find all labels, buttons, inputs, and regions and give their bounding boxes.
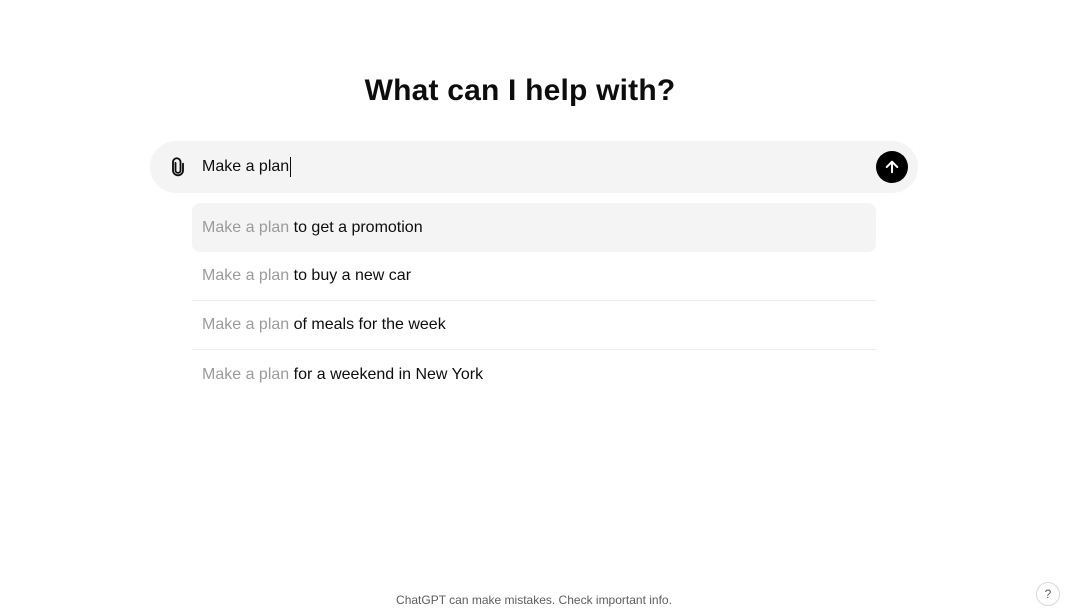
help-button[interactable]: ?: [1036, 582, 1060, 606]
composer: Make a plan: [150, 141, 918, 193]
suggestion-list: Make a plan to get a promotion Make a pl…: [192, 203, 876, 399]
chat-home-page: What can I help with? Make a plan Make a…: [0, 0, 1068, 614]
suggestion-prefix: Make a plan: [202, 365, 290, 383]
suggestion-prefix: Make a plan: [202, 316, 290, 333]
suggestion-completion: to buy a new car: [293, 267, 412, 284]
help-label: ?: [1044, 587, 1052, 601]
send-button[interactable]: [876, 151, 908, 183]
page-title: What can I help with?: [364, 74, 676, 107]
text-caret: [290, 157, 292, 177]
prompt-input[interactable]: Make a plan: [202, 141, 862, 193]
suggestion-prefix: Make a plan: [202, 267, 290, 284]
suggestion-item[interactable]: Make a plan to get a promotion: [192, 203, 876, 252]
suggestion-completion: of meals for the week: [293, 316, 446, 333]
paperclip-icon[interactable]: [166, 155, 190, 179]
suggestion-completion: to get a promotion: [293, 218, 423, 236]
disclaimer-text: ChatGPT can make mistakes. Check importa…: [396, 593, 672, 607]
suggestion-prefix: Make a plan: [202, 218, 290, 236]
suggestion-completion: for a weekend in New York: [293, 365, 484, 383]
prompt-input-value: Make a plan: [202, 158, 290, 175]
suggestion-item[interactable]: Make a plan of meals for the week: [192, 301, 876, 350]
suggestion-item[interactable]: Make a plan to buy a new car: [192, 252, 876, 301]
suggestion-item[interactable]: Make a plan for a weekend in New York: [192, 350, 876, 399]
arrow-up-icon: [885, 160, 899, 174]
